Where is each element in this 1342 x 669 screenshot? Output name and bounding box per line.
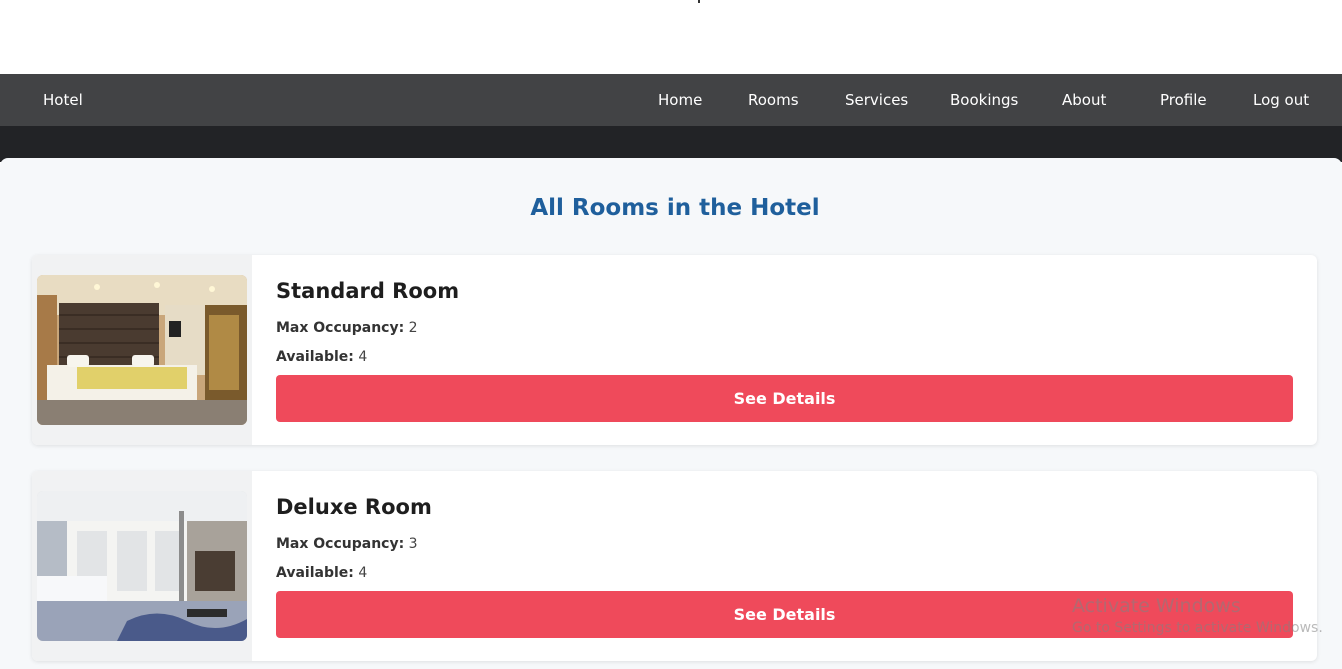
availability-value: 4 [358, 349, 368, 365]
room-card: Standard Room Max Occupancy: 2 Available… [32, 255, 1317, 445]
max-occupancy-label: Max Occupancy: [276, 320, 405, 336]
availability: Available: 4 [276, 563, 367, 583]
nav-rooms[interactable]: Rooms [748, 74, 799, 126]
room-name: Standard Room [276, 279, 460, 303]
room-image-panel [32, 255, 252, 445]
see-details-button[interactable]: See Details [276, 375, 1293, 422]
max-occupancy: Max Occupancy: 2 [276, 318, 418, 338]
header-band [0, 126, 1342, 162]
max-occupancy-value: 2 [408, 320, 418, 336]
nav-services[interactable]: Services [845, 74, 908, 126]
room-image [37, 491, 247, 641]
room-image [37, 275, 247, 425]
availability: Available: 4 [276, 347, 367, 367]
page-title: All Rooms in the Hotel [530, 195, 820, 221]
stray-dot [698, 0, 700, 3]
availability-value: 4 [358, 565, 368, 581]
availability-label: Available: [276, 565, 354, 581]
nav-about[interactable]: About [1062, 74, 1106, 126]
max-occupancy: Max Occupancy: 3 [276, 534, 418, 554]
max-occupancy-label: Max Occupancy: [276, 536, 405, 552]
room-name: Deluxe Room [276, 495, 432, 519]
nav-profile[interactable]: Profile [1160, 74, 1207, 126]
room-card: Deluxe Room Max Occupancy: 3 Available: … [32, 471, 1317, 661]
top-navbar: Hotel Home Rooms Services Bookings About… [0, 74, 1342, 126]
nav-home[interactable]: Home [658, 74, 702, 126]
nav-logout[interactable]: Log out [1253, 74, 1309, 126]
availability-label: Available: [276, 349, 354, 365]
brand-link[interactable]: Hotel [43, 74, 83, 126]
room-image-panel [32, 471, 252, 661]
nav-bookings[interactable]: Bookings [950, 74, 1018, 126]
max-occupancy-value: 3 [408, 536, 418, 552]
top-blank-area [0, 0, 1342, 74]
see-details-button[interactable]: See Details [276, 591, 1293, 638]
